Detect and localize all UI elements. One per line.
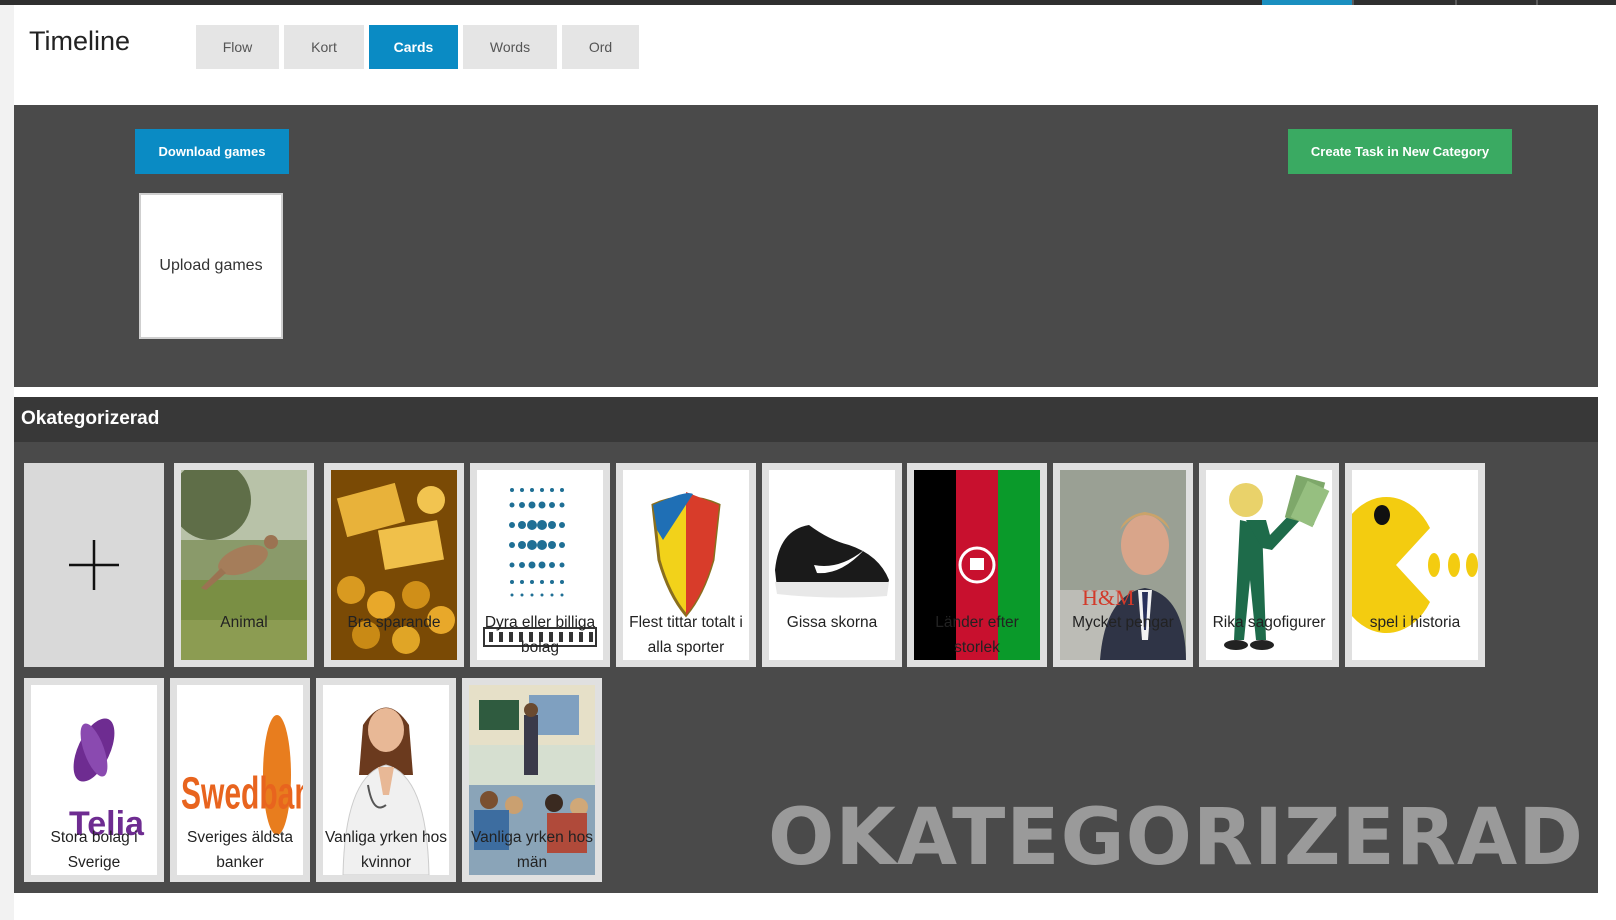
game-card[interactable]: Vanliga yrken hos män bbox=[462, 678, 602, 882]
category-panel: Okategorizerad OKATEGORIZERAD Animal Bra… bbox=[14, 397, 1598, 893]
category-watermark: OKATEGORIZERAD bbox=[768, 793, 1584, 883]
card-label: Bra sparande bbox=[347, 614, 441, 631]
card-label: Rika sagofigurer bbox=[1212, 614, 1326, 631]
category-title: Okategorizerad bbox=[21, 408, 160, 429]
game-card[interactable]: spel i historia bbox=[1345, 463, 1485, 667]
card-body: H&M Mycket pengar bbox=[1060, 470, 1186, 660]
view-tabs: Flow Kort Cards Words Ord bbox=[196, 25, 639, 69]
top-strip-active-indicator bbox=[1262, 0, 1352, 5]
card-label: Vanliga yrken hos män bbox=[470, 829, 594, 871]
card-body: Bra sparande bbox=[331, 470, 457, 660]
card-label: Vanliga yrken hos kvinnor bbox=[324, 829, 448, 871]
svg-text:Swedbank: Swedbank bbox=[181, 768, 303, 819]
card-label: Dyra eller billiga bolag bbox=[484, 614, 596, 656]
tab-ord[interactable]: Ord bbox=[562, 25, 639, 69]
top-strip-divider bbox=[1536, 0, 1538, 5]
card-body: Gissa skorna bbox=[769, 470, 895, 660]
create-task-button[interactable]: Create Task in New Category bbox=[1288, 129, 1512, 174]
svg-text:H&M: H&M bbox=[1082, 585, 1135, 610]
card-body: Telia Stora bolag i Sverige bbox=[31, 685, 157, 875]
tab-words[interactable]: Words bbox=[463, 25, 557, 69]
game-card[interactable]: Länder efter storlek bbox=[907, 463, 1047, 667]
category-header: Okategorizerad bbox=[14, 397, 1598, 442]
actions-panel: Download games Create Task in New Catego… bbox=[14, 105, 1598, 387]
upload-games-dropzone[interactable]: Upload games bbox=[139, 193, 283, 339]
game-card[interactable]: H&M Mycket pengar bbox=[1053, 463, 1193, 667]
game-card[interactable]: Gissa skorna bbox=[762, 463, 902, 667]
game-card[interactable]: Rika sagofigurer bbox=[1199, 463, 1339, 667]
game-card[interactable]: Swedbank Sveriges äldsta banker bbox=[170, 678, 310, 882]
add-card-button[interactable] bbox=[24, 463, 164, 667]
card-label: Mycket pengar bbox=[1072, 614, 1174, 631]
card-label: spel i historia bbox=[1369, 614, 1461, 631]
left-edge bbox=[0, 5, 14, 920]
plus-icon bbox=[69, 540, 119, 590]
card-body: Vanliga yrken hos kvinnor bbox=[323, 685, 449, 875]
game-card[interactable]: Dyra eller billiga bolag bbox=[470, 463, 610, 667]
card-label: Stora bolag i Sverige bbox=[50, 829, 138, 871]
card-body: Dyra eller billiga bolag bbox=[477, 470, 603, 660]
top-strip-divider bbox=[1455, 0, 1457, 5]
card-body: Swedbank Sveriges äldsta banker bbox=[177, 685, 303, 875]
card-body: spel i historia bbox=[1352, 470, 1478, 660]
card-label: Sveriges äldsta banker bbox=[187, 829, 293, 871]
tab-flow[interactable]: Flow bbox=[196, 25, 279, 69]
game-card[interactable]: Telia Stora bolag i Sverige bbox=[24, 678, 164, 882]
top-strip bbox=[0, 0, 1616, 5]
tab-kort[interactable]: Kort bbox=[284, 25, 364, 69]
card-body: Vanliga yrken hos män bbox=[469, 685, 595, 875]
top-strip-divider bbox=[1352, 0, 1354, 5]
card-body: Rika sagofigurer bbox=[1206, 470, 1332, 660]
download-games-button[interactable]: Download games bbox=[135, 129, 289, 174]
game-card[interactable]: Vanliga yrken hos kvinnor bbox=[316, 678, 456, 882]
game-card[interactable]: Bra sparande bbox=[324, 463, 464, 667]
card-label: Animal bbox=[220, 614, 268, 631]
game-card[interactable]: Animal bbox=[174, 463, 314, 667]
game-card[interactable]: Flest tittar totalt i alla sporter bbox=[616, 463, 756, 667]
tab-cards[interactable]: Cards bbox=[369, 25, 458, 69]
card-body: Länder efter storlek bbox=[914, 470, 1040, 660]
card-body: Flest tittar totalt i alla sporter bbox=[623, 470, 749, 660]
card-label: Länder efter storlek bbox=[935, 614, 1019, 656]
card-label: Gissa skorna bbox=[786, 614, 878, 631]
card-label: Flest tittar totalt i alla sporter bbox=[629, 614, 743, 656]
page-title: Timeline bbox=[29, 26, 131, 56]
card-body: Animal bbox=[181, 470, 307, 660]
